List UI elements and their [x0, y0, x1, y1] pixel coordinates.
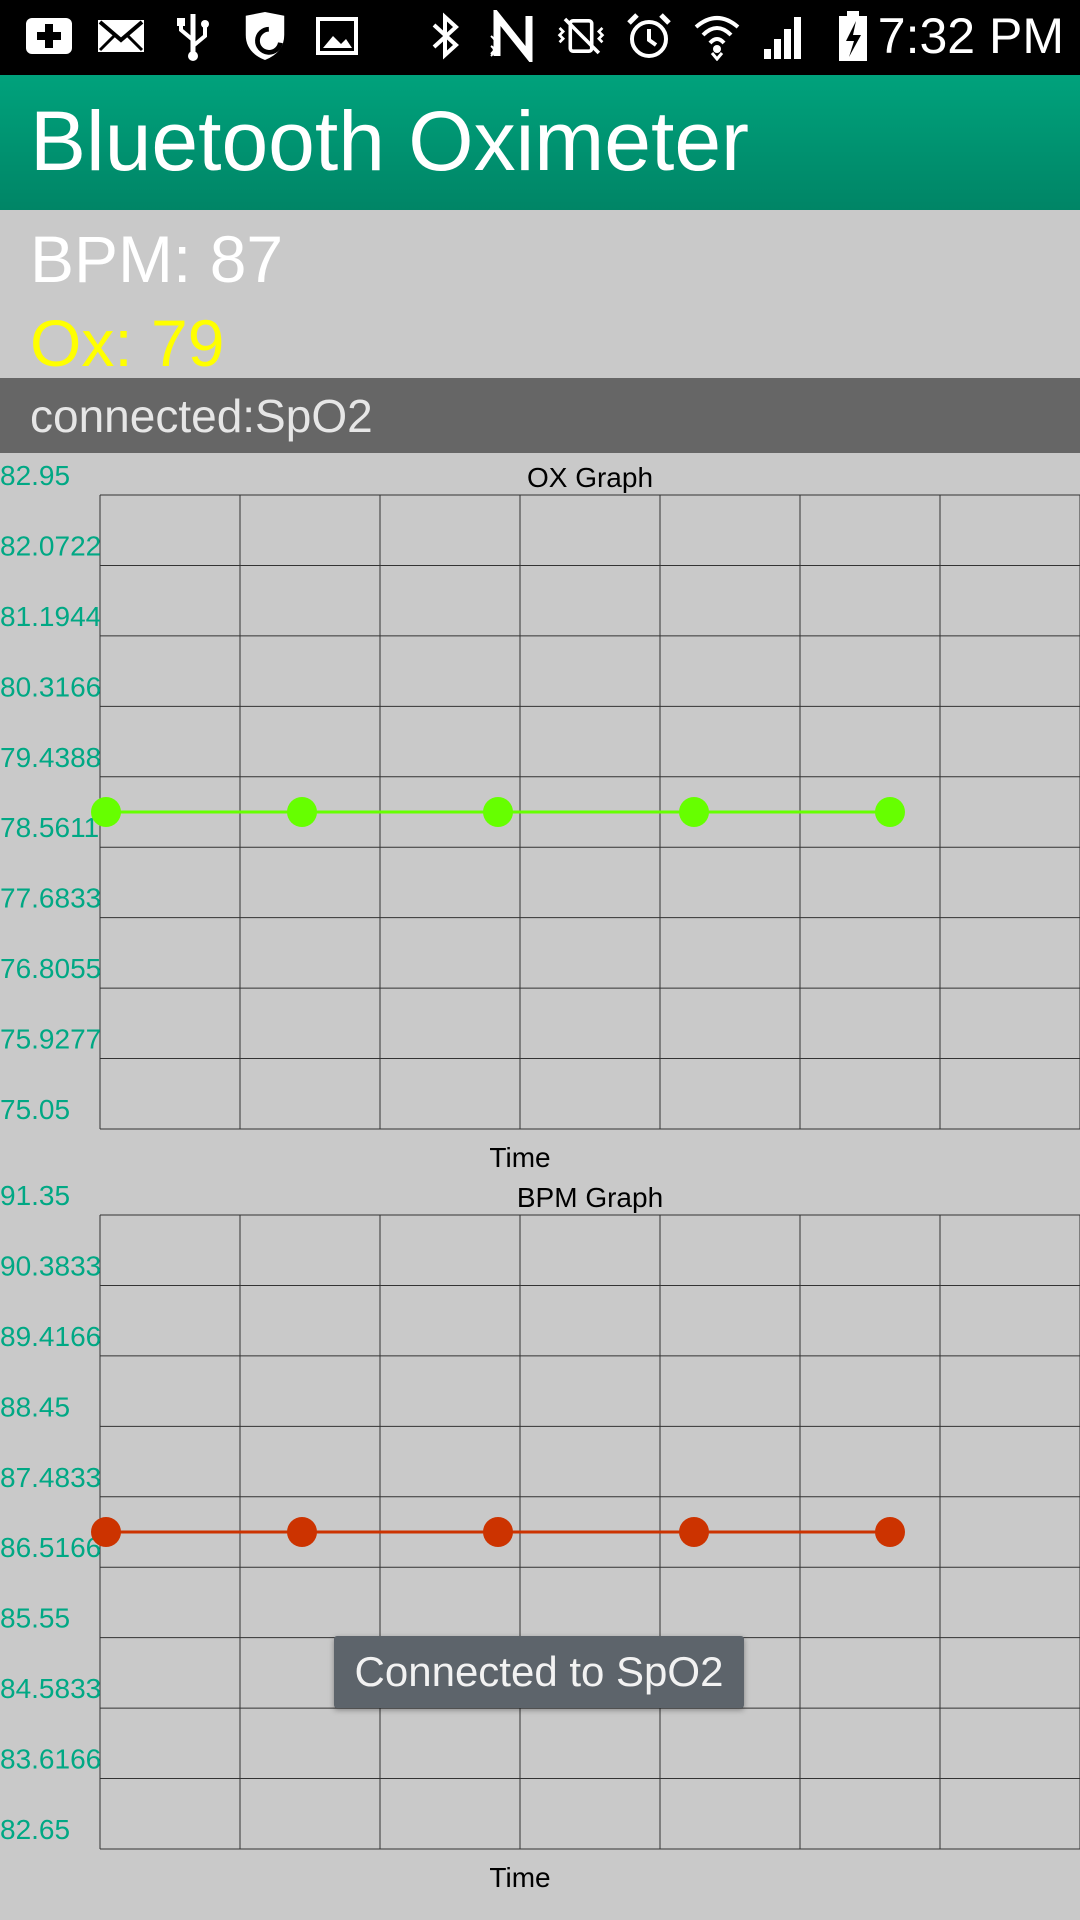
- graph-title: BPM Graph: [517, 1182, 663, 1213]
- shield-icon: [240, 10, 290, 62]
- y-tick-label: 77.6833: [0, 883, 101, 914]
- data-point: [483, 797, 513, 827]
- image-icon: [312, 10, 362, 62]
- data-point: [91, 797, 121, 827]
- y-tick-label: 81.1944: [0, 601, 101, 632]
- data-point: [287, 1517, 317, 1547]
- connection-status-bar: connected:SpO2: [0, 378, 1080, 453]
- y-tick-label: 79.4388: [0, 742, 101, 773]
- action-bar: Bluetooth Oximeter: [0, 75, 1080, 210]
- y-axis-labels: 91.35 90.3833 89.4166 88.45 87.4833 86.5166 85…: [0, 1180, 101, 1845]
- y-tick-label: 90.3833: [0, 1250, 101, 1281]
- y-tick-label: 82.65: [0, 1814, 70, 1845]
- bluetooth-icon: [420, 10, 470, 62]
- usb-icon: [168, 10, 218, 62]
- y-axis-labels: 82.95 82.0722 81.1944 80.3166 79.4388 78.5611…: [0, 460, 101, 1125]
- data-point: [679, 797, 709, 827]
- bpm-graph: BPM Graph 91.35 90.3833 89.4166 88.45 87.4833…: [0, 1180, 1080, 1893]
- data-point: [287, 797, 317, 827]
- y-tick-label: 82.95: [0, 460, 70, 491]
- toast-text: Connected to SpO2: [354, 1648, 724, 1695]
- readouts-panel: BPM: 87 Ox: 79: [0, 210, 1080, 380]
- ox-readout: Ox: 79: [30, 306, 225, 380]
- y-tick-label: 82.0722: [0, 530, 101, 561]
- connection-status-text: connected:SpO2: [30, 390, 373, 442]
- data-point: [679, 1517, 709, 1547]
- signal-icon: [760, 10, 810, 62]
- y-tick-label: 75.05: [0, 1094, 70, 1125]
- y-tick-label: 75.9277: [0, 1024, 101, 1055]
- bpm-readout: BPM: 87: [30, 222, 284, 296]
- toast-message: Connected to SpO2: [334, 1636, 744, 1708]
- graph-title: OX Graph: [527, 462, 653, 493]
- vibrate-mute-icon: [556, 10, 606, 62]
- ox-graph: OX Graph 82.95 82.0722 81.1944 80.3166 79.438…: [0, 460, 1080, 1173]
- y-tick-label: 87.4833: [0, 1462, 101, 1493]
- add-icon: [24, 10, 74, 62]
- y-tick-label: 80.3166: [0, 671, 101, 702]
- y-tick-label: 85.55: [0, 1603, 70, 1634]
- y-tick-label: 76.8055: [0, 953, 101, 984]
- y-tick-label: 89.4166: [0, 1321, 101, 1352]
- y-tick-label: 83.6166: [0, 1744, 101, 1775]
- status-bar: 7:32 PM: [0, 0, 1080, 75]
- x-axis-label: Time: [489, 1862, 550, 1893]
- data-point: [483, 1517, 513, 1547]
- alarm-icon: [624, 10, 674, 62]
- data-point: [875, 1517, 905, 1547]
- y-tick-label: 91.35: [0, 1180, 70, 1211]
- mail-icon: [96, 10, 146, 62]
- data-point: [91, 1517, 121, 1547]
- x-axis-label: Time: [489, 1142, 550, 1173]
- y-tick-label: 86.5166: [0, 1532, 101, 1563]
- y-tick-label: 78.5611: [0, 812, 99, 843]
- y-tick-label: 88.45: [0, 1391, 70, 1422]
- app-title: Bluetooth Oximeter: [30, 94, 750, 188]
- nfc-icon: [488, 10, 538, 62]
- status-clock: 7:32 PM: [877, 8, 1064, 64]
- data-point: [875, 797, 905, 827]
- wifi-icon: [692, 10, 742, 62]
- battery-charging-icon: [828, 10, 878, 62]
- y-tick-label: 84.5833: [0, 1673, 101, 1704]
